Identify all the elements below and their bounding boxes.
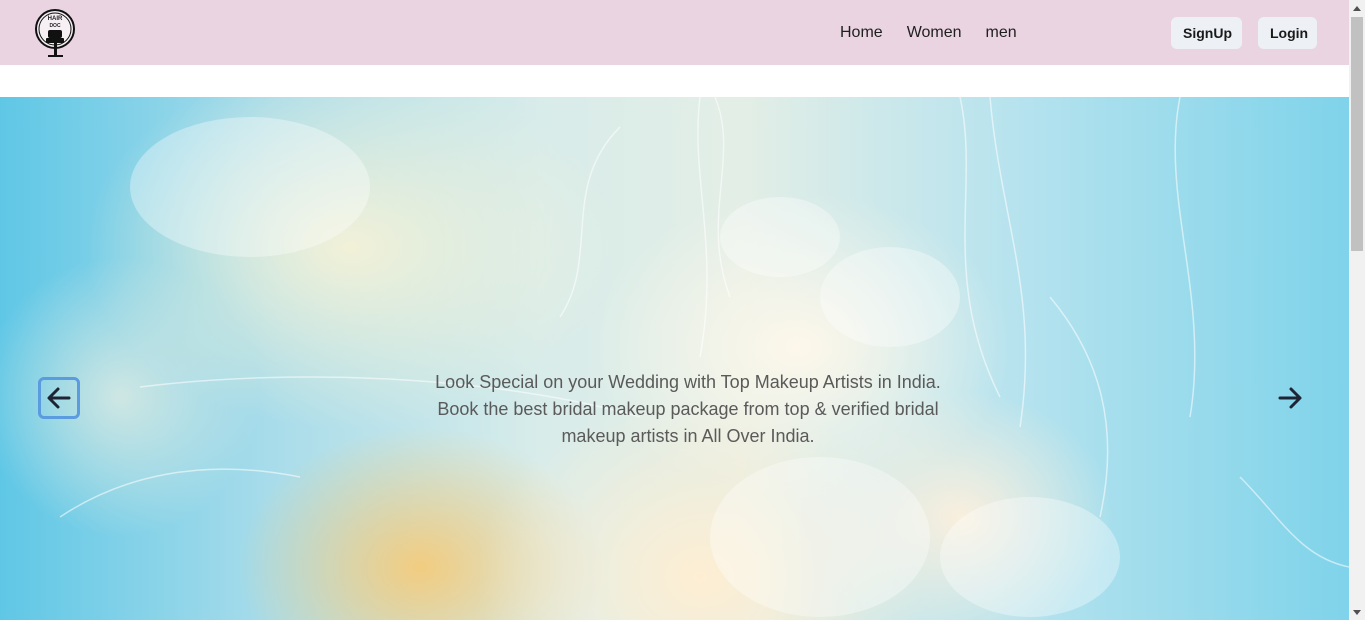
logo-text-doc: DOC	[49, 23, 61, 29]
hero-carousel: Look Special on your Wedding with Top Ma…	[0, 97, 1349, 620]
arrow-left-icon	[47, 387, 71, 409]
nav-link-home[interactable]: Home	[828, 24, 895, 42]
hero-caption: Look Special on your Wedding with Top Ma…	[435, 372, 941, 446]
scrollbar-thumb[interactable]	[1351, 17, 1363, 251]
page: HAIR DOC Home Women men SignUp Login Loo…	[0, 0, 1365, 620]
scroll-down-icon[interactable]	[1353, 610, 1361, 615]
login-button[interactable]: Login	[1258, 17, 1317, 49]
logo-text-hair: HAIR	[48, 16, 63, 22]
nav-link-men[interactable]: men	[974, 24, 1029, 42]
carousel-prev-button[interactable]	[38, 377, 80, 419]
navbar: HAIR DOC Home Women men SignUp Login	[0, 0, 1349, 65]
hero-background-image	[59, 97, 1349, 617]
arrow-right-icon	[1278, 387, 1302, 409]
carousel-next-button[interactable]	[1269, 377, 1311, 419]
page-scrollbar[interactable]	[1349, 0, 1365, 620]
scroll-up-icon[interactable]	[1353, 6, 1361, 11]
signup-button[interactable]: SignUp	[1171, 17, 1242, 49]
nav-links: Home Women men	[828, 0, 1029, 65]
nav-link-women[interactable]: Women	[895, 24, 974, 42]
logo[interactable]: HAIR DOC	[33, 5, 79, 61]
